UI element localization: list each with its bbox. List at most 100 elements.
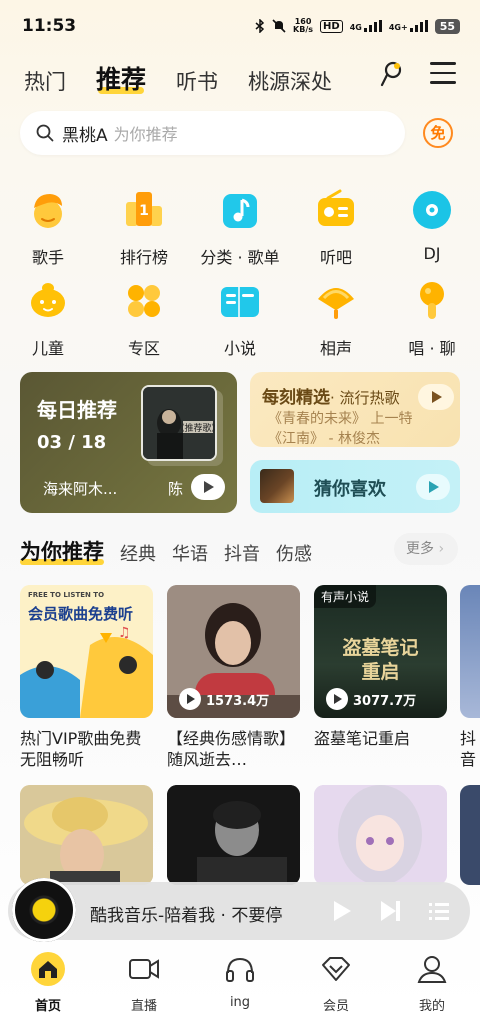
tab-taoyuan[interactable]: 桃源深处	[248, 66, 332, 96]
playlist-cover-anime-girl[interactable]	[314, 785, 447, 885]
nav-vip[interactable]: 会员	[288, 943, 384, 1015]
moment-title: 每刻精选· 流行热歌	[262, 388, 400, 408]
playlist-cover-vip: ♫ FREE TO LISTEN TO 会员歌曲免费听	[20, 585, 153, 718]
playlist-cover-bw-singer[interactable]	[167, 785, 300, 885]
top-tabs: 热门 推荐 听书 桃源深处	[24, 60, 332, 96]
nav-home[interactable]: 首页	[0, 943, 96, 1015]
karaoke-mic-icon	[420, 282, 444, 319]
radio-icon	[318, 189, 354, 226]
zone-icon	[128, 285, 160, 317]
playlist-card-vip[interactable]: ♫ FREE TO LISTEN TO 会员歌曲免费听 热门VIP歌曲免费无阻畅…	[20, 585, 153, 770]
daily-play-button[interactable]	[191, 474, 225, 500]
tab-hot[interactable]: 热门	[24, 66, 66, 96]
moment-line-1: 《青春的未来》 上一特	[268, 411, 413, 427]
daily-artist: 海来阿木...	[43, 480, 118, 498]
grid-item-dj[interactable]: DJ	[384, 188, 480, 263]
daomu-cover-main: 盗墓笔记	[342, 637, 419, 659]
daily-date: 03 / 18	[37, 432, 107, 453]
moment-play-button[interactable]	[418, 384, 454, 410]
nav-ing[interactable]: ing	[192, 943, 288, 1015]
section-tab-douyin[interactable]: 抖音	[224, 540, 260, 566]
headphones-icon	[226, 957, 254, 982]
playlist-card-daomu[interactable]: 有声小说 盗墓笔记 重启 3077.7万 盗墓笔记重启	[314, 585, 447, 749]
svg-text:1: 1	[139, 203, 149, 219]
now-playing-title: 酷我音乐-陪着我 · 不要停	[90, 906, 283, 926]
book-icon	[221, 287, 259, 317]
straw-hat-photo-icon	[20, 785, 153, 885]
moment-pick-card[interactable]: 每刻精选· 流行热歌 《青春的未来》 上一特 《江南》 - 林俊杰	[250, 372, 460, 447]
battery-icon: 55	[434, 18, 460, 34]
profile-icon	[417, 956, 447, 983]
section-tab-for-you[interactable]: 为你推荐	[20, 536, 104, 566]
guess-cover-image	[260, 469, 294, 503]
guess-you-like-card[interactable]: 猜你喜欢	[250, 460, 460, 513]
play-icon[interactable]	[328, 898, 354, 924]
playlist-title: 【经典伤感情歌】随风逝去…	[167, 729, 296, 769]
play-icon	[326, 688, 348, 710]
free-badge-button[interactable]: 免	[423, 118, 453, 148]
daily-artist-2: 陈	[168, 480, 184, 498]
playlist-cover-partial[interactable]	[460, 785, 480, 885]
hd-badge: HD	[320, 19, 343, 33]
next-track-icon[interactable]	[377, 898, 403, 924]
grid-item-novel[interactable]: 小说	[192, 279, 288, 359]
daily-recommend-card[interactable]: 《推荐歌》 每日推荐 03 / 18 海来阿木... 陈	[20, 372, 237, 513]
grid-item-crosstalk[interactable]: 相声	[288, 279, 384, 359]
more-button[interactable]: 更多 ›	[394, 533, 458, 565]
search-icon	[36, 124, 54, 142]
tab-recommend[interactable]: 推荐	[96, 60, 146, 96]
vinyl-disc-icon[interactable]	[12, 878, 76, 942]
anime-girl-photo-icon	[314, 785, 447, 885]
chart-icon: 1	[126, 192, 162, 226]
playlist-title: 盗墓笔记重启	[314, 729, 411, 748]
svg-text:♫: ♫	[118, 625, 131, 641]
vip-cover-main: 会员歌曲免费听	[28, 605, 134, 623]
play-count-badge: 3077.7万	[322, 686, 425, 712]
guess-play-button[interactable]	[416, 474, 450, 500]
mute-icon	[272, 19, 286, 33]
daily-album-cover: 《推荐歌》	[141, 385, 217, 461]
status-icons: 160 KB/s HD 4G 4G+ 55	[255, 18, 460, 34]
playlist-card-douyin-partial[interactable]: 抖音	[460, 585, 480, 770]
play-count-badge: 1573.4万	[175, 686, 278, 712]
signal-4g: 4G	[350, 20, 382, 32]
grid-item-sing-chat[interactable]: 唱 · 聊	[384, 279, 480, 359]
playlist-cover-classic-sad: 1573.4万	[167, 585, 300, 718]
status-bar: 11:53 160 KB/s HD 4G 4G+ 55	[0, 0, 480, 56]
search-keyword: 黑桃A	[62, 125, 108, 146]
grid-item-zone[interactable]: 专区	[96, 279, 192, 359]
singer-icon	[34, 194, 62, 228]
search-bar[interactable]: 黑桃A 为你推荐	[20, 111, 405, 155]
grid-item-listen-bar[interactable]: 听吧	[288, 188, 384, 268]
svg-text:《推荐歌》: 《推荐歌》	[175, 422, 217, 434]
guess-title: 猜你喜欢	[314, 479, 386, 500]
grid-item-singer[interactable]: 歌手	[0, 188, 96, 268]
mini-player[interactable]: 酷我音乐-陪着我 · 不要停	[8, 878, 470, 942]
section-tab-sad[interactable]: 伤感	[276, 540, 312, 566]
playlist-icon	[223, 194, 257, 228]
bottom-nav: 首页 直播 ing 会员 我的	[0, 943, 480, 1015]
play-icon	[179, 688, 201, 710]
section-tab-chinese[interactable]: 华语	[172, 540, 208, 566]
playlist-card-classic-sad[interactable]: 1573.4万 【经典伤感情歌】随风逝去…	[167, 585, 300, 770]
playlist-cover-daomu: 有声小说 盗墓笔记 重启 3077.7万	[314, 585, 447, 718]
section-tabs: 为你推荐 经典 华语 抖音 伤感	[20, 536, 312, 566]
live-video-icon	[129, 959, 159, 979]
playlist-queue-icon[interactable]	[426, 898, 452, 924]
grid-item-kids[interactable]: 儿童	[0, 279, 96, 359]
nav-mine[interactable]: 我的	[384, 943, 480, 1015]
voice-search-icon[interactable]	[378, 58, 410, 90]
fan-icon	[318, 288, 354, 319]
nav-live[interactable]: 直播	[96, 943, 192, 1015]
playlist-title: 抖音	[460, 729, 477, 769]
vip-diamond-icon	[322, 957, 350, 981]
playlist-cover-straw-hat[interactable]	[20, 785, 153, 885]
grid-item-playlist[interactable]: 分类 · 歌单	[192, 188, 288, 268]
tab-audiobook[interactable]: 听书	[176, 66, 218, 96]
menu-icon[interactable]	[430, 62, 456, 86]
grid-item-chart[interactable]: 1 排行榜	[96, 188, 192, 268]
chevron-right-icon: ›	[438, 541, 445, 557]
search-placeholder: 为你推荐	[113, 125, 178, 144]
status-time: 11:53	[22, 16, 77, 36]
section-tab-classic[interactable]: 经典	[120, 540, 156, 566]
